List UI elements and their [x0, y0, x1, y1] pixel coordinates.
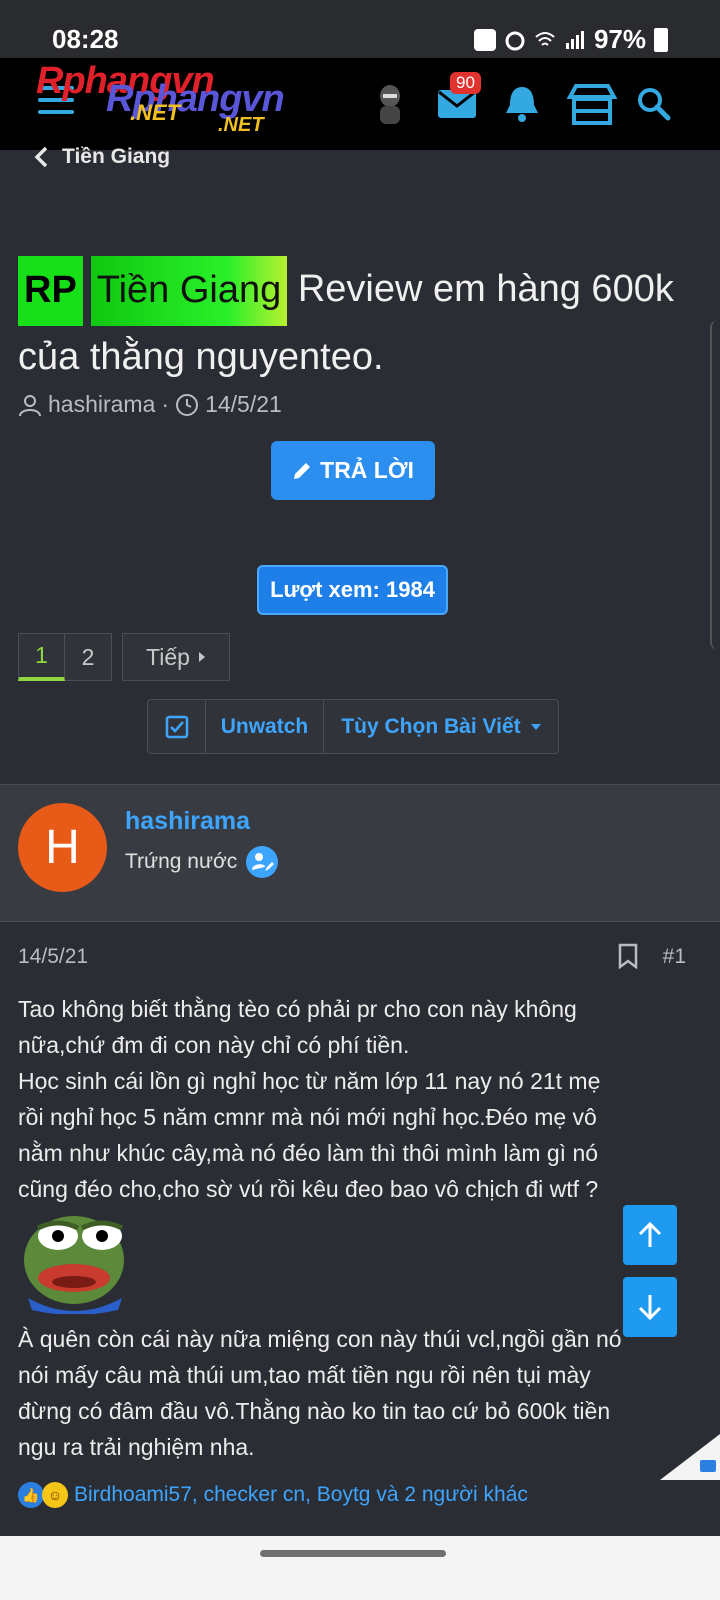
reply-button[interactable]: TRẢ LỜI: [271, 441, 435, 500]
chevron-down-icon: [530, 723, 541, 730]
avatar[interactable]: H: [18, 803, 107, 892]
page-2-link[interactable]: 2: [65, 633, 112, 681]
post-number[interactable]: #1: [663, 945, 686, 969]
pagination: 1 2 Tiếp: [18, 633, 230, 681]
post-body: Tao không biết thằng tèo có phải pr cho …: [18, 991, 688, 1207]
site-logo[interactable]: Rphangvn Rphangvn .NET .NET: [36, 60, 336, 140]
system-nav-bar: [0, 1536, 720, 1600]
like-reaction-icon: 👍: [18, 1482, 44, 1508]
site-header: Rphangvn Rphangvn .NET .NET 90: [0, 58, 720, 150]
page-1-link[interactable]: 1: [18, 633, 65, 681]
checkbox-icon: [165, 715, 188, 738]
alarm-icon: [505, 31, 525, 50]
thread-options-label: Tùy Chọn Bài Viết: [341, 714, 521, 738]
battery-percent: 97%: [593, 24, 646, 54]
next-page-label: Tiếp: [146, 643, 190, 670]
status-time: 08:28: [52, 24, 119, 54]
bookmark-icon[interactable]: [618, 943, 638, 969]
user-avatar-icon[interactable]: [370, 58, 410, 150]
thread-options-button[interactable]: Tùy Chọn Bài Viết: [324, 700, 558, 753]
folder-icon: [473, 28, 496, 51]
battery-icon: [654, 27, 668, 52]
post-line: nói mấy câu mà thúi um,tao mất tiền ngu …: [18, 1362, 591, 1388]
logo-net-2: .NET: [218, 114, 264, 136]
thread-actions: Unwatch Tùy Chọn Bài Viết: [147, 699, 559, 754]
wifi-icon: [535, 31, 555, 46]
post-body-continued: À quên còn cái này nữa miệng con này thú…: [18, 1321, 688, 1465]
search-icon[interactable]: [634, 58, 674, 150]
post-date[interactable]: 14/5/21: [18, 945, 88, 968]
inbox-badge: 90: [450, 72, 481, 94]
arrow-down-icon: [638, 1295, 662, 1321]
clock-icon: [176, 393, 199, 416]
post-line: cũng đéo cho,cho sờ vú rồi kêu đeo bao v…: [18, 1176, 599, 1202]
post-author-box: H hashirama Trứng nước: [0, 784, 720, 922]
unwatch-button[interactable]: Unwatch: [206, 700, 324, 753]
scroll-down-button[interactable]: [623, 1277, 677, 1337]
thread-title: RP Tiền Giang Review em hàng 600k của thằ…: [18, 256, 698, 388]
post-line: nằm như khúc cây,mà nó đéo làm thì thôi …: [18, 1140, 599, 1166]
meta-separator: ·: [161, 391, 170, 417]
breadcrumb[interactable]: Tiền Giang: [34, 145, 170, 169]
next-page-button[interactable]: Tiếp: [122, 633, 230, 681]
pencil-icon: [294, 462, 311, 479]
logo-net-1: .NET: [130, 100, 181, 125]
thread-author[interactable]: hashirama: [48, 391, 155, 418]
haha-reaction-icon: ☺: [42, 1482, 68, 1508]
select-checkbox[interactable]: [148, 700, 206, 753]
status-bar: 08:28 97%: [0, 0, 720, 58]
post-username[interactable]: hashirama: [125, 807, 250, 836]
reactions-bar[interactable]: 👍 ☺ Birdhoami57, checker cn, Boytg và 2 …: [18, 1482, 528, 1508]
post-line: Tao không biết thằng tèo có phải pr cho …: [18, 996, 577, 1022]
reply-button-label: TRẢ LỜI: [320, 457, 414, 483]
home-gesture-pill[interactable]: [260, 1550, 446, 1557]
user-title: Trứng nước: [125, 845, 279, 879]
corner-folder-icon[interactable]: [660, 1434, 720, 1480]
chevron-left-icon: [34, 146, 48, 168]
caret-right-icon: [198, 652, 205, 662]
prefix-rp-tag[interactable]: RP: [18, 256, 83, 326]
arrow-up-icon: [638, 1221, 662, 1247]
post-meta: 14/5/21 #1: [18, 943, 686, 969]
post-line: nữa,chứ đm đi con này chỉ có phí tiền.: [18, 1032, 410, 1058]
user-title-label: Trứng nước: [125, 850, 238, 873]
reactions-text[interactable]: Birdhoami57, checker cn, Boytg và 2 ngườ…: [74, 1483, 528, 1507]
prefix-region-tag[interactable]: Tiền Giang: [90, 256, 288, 326]
thread-meta: hashirama · 14/5/21: [18, 391, 282, 418]
user-icon: [19, 394, 41, 416]
view-count-badge: Lượt xem: 1984: [257, 565, 448, 615]
breadcrumb-label: Tiền Giang: [62, 145, 171, 168]
user-edit-icon: [246, 846, 279, 878]
store-icon[interactable]: [564, 58, 620, 150]
post-line: Học sinh cái lồn gì nghỉ học từ năm lớp …: [18, 1068, 601, 1094]
signal-icon: [565, 30, 584, 49]
post-line: đừng có đâm đầu vô.Thằng nào ko tin tao …: [18, 1398, 611, 1424]
view-count-label: Lượt xem: 1984: [270, 577, 435, 602]
scroll-up-button[interactable]: [623, 1205, 677, 1265]
post-line: rồi nghỉ học 5 năm cmnr mà nói mới nghỉ …: [18, 1104, 597, 1130]
pepe-emoji-image: [24, 1216, 124, 1314]
bell-icon[interactable]: [502, 58, 542, 150]
post-line: À quên còn cái này nữa miệng con này thú…: [18, 1326, 622, 1352]
post-line: ngu ra trải nghiệm nha.: [18, 1434, 255, 1460]
edge-panel-handle[interactable]: [710, 320, 720, 650]
thread-date[interactable]: 14/5/21: [205, 391, 282, 418]
